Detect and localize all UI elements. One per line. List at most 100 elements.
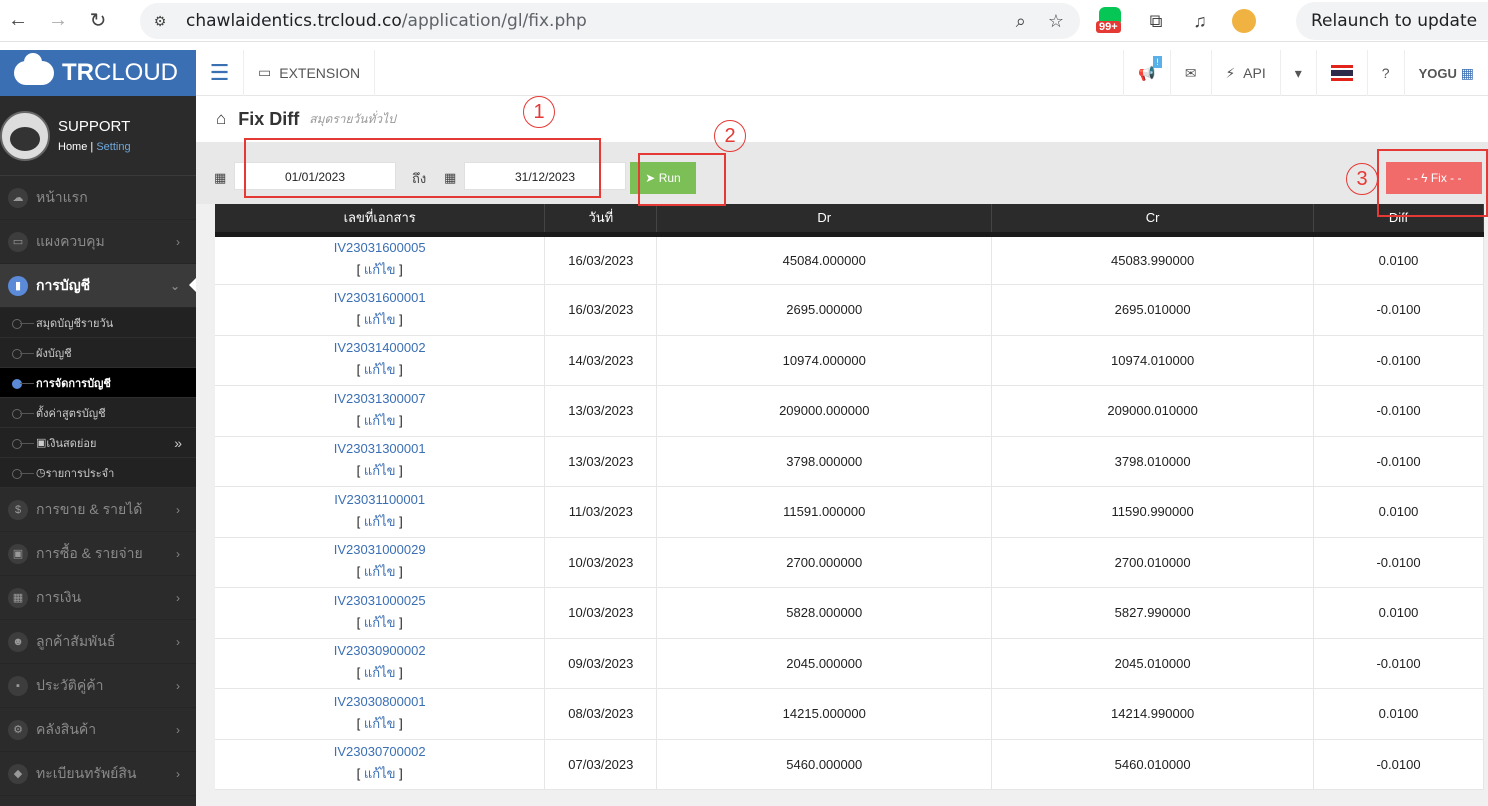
forward-arrow-icon[interactable]: →	[46, 9, 70, 33]
sidebar-sub-chart-of-accounts[interactable]: ผังบัญชี	[0, 338, 196, 368]
dr-cell: 2695.000000	[656, 284, 993, 336]
col-header-date[interactable]: วันที่	[544, 204, 658, 237]
relaunch-button[interactable]: Relaunch to update	[1296, 2, 1488, 40]
edit-link[interactable]: แก้ไข	[364, 413, 396, 428]
table-row: IV23031000025[ แก้ไข ] 10/03/2023 5828.000…	[215, 587, 1484, 639]
api-button[interactable]: ⚡ API	[1210, 50, 1280, 96]
main-content: ⌂ Fix Diff สมุดรายวันทั่วไป ▦ 01/01/2023…	[196, 96, 1488, 806]
address-bar[interactable]: ⚙ chawlaidentics.trcloud.co/application/…	[140, 3, 1080, 39]
table-row: IV23030900002[ แก้ไข ] 09/03/2023 2045.000…	[215, 638, 1484, 689]
doc-number-link[interactable]: IV23031000025	[215, 593, 544, 608]
trcloud-logo[interactable]: TR CLOUD	[0, 50, 196, 96]
col-header-dr[interactable]: Dr	[656, 204, 993, 237]
doc-number-link[interactable]: IV23031300007	[215, 391, 544, 406]
sidebar-item-purchases[interactable]: ▣ การซื้อ & รายจ่าย ›	[0, 532, 196, 576]
doc-number-link[interactable]: IV23031400002	[215, 340, 544, 355]
annotation-box-2	[638, 153, 726, 206]
annotation-number-2: 2	[714, 120, 746, 152]
doc-cell: IV23031000025[ แก้ไข ]	[215, 587, 546, 639]
doc-number-link[interactable]: IV23031100001	[215, 492, 544, 507]
chevron-right-icon: ›	[176, 590, 180, 605]
sidebar-item-dashboard[interactable]: ▭ แผงควบคุม ›	[0, 220, 196, 264]
doc-cell: IV23031100001[ แก้ไข ]	[215, 486, 546, 538]
back-arrow-icon[interactable]: ←	[6, 9, 30, 33]
col-header-doc[interactable]: เลขที่เอกสาร	[215, 204, 546, 237]
edit-link[interactable]: แก้ไข	[364, 716, 396, 731]
site-info-icon[interactable]: ⚙	[148, 9, 172, 33]
help-button[interactable]: ?	[1366, 50, 1404, 96]
table-row: IV23030800001[ แก้ไข ] 08/03/2023 14215.00…	[215, 688, 1484, 740]
language-flag-button[interactable]	[1315, 50, 1367, 96]
doc-number-link[interactable]: IV23030800001	[215, 694, 544, 709]
mail-button[interactable]: ✉	[1169, 50, 1211, 96]
chevron-right-icon: ›	[176, 722, 180, 737]
doc-number-link[interactable]: IV23031600005	[215, 240, 544, 255]
col-header-cr[interactable]: Cr	[991, 204, 1315, 237]
doc-cell: IV23031400002[ แก้ไข ]	[215, 335, 546, 386]
double-chevron-icon: »	[174, 434, 182, 451]
hamburger-menu-icon[interactable]: ☰	[196, 49, 244, 96]
doc-number-link[interactable]: IV23031600001	[215, 290, 544, 305]
extension-menu[interactable]: ▭ EXTENSION	[244, 49, 376, 96]
sidebar-sub-recurring[interactable]: ◷ รายการประจำ	[0, 458, 196, 488]
sidebar-item-accounting[interactable]: ▮ การบัญชี ⌄	[0, 264, 196, 308]
edit-link[interactable]: แก้ไข	[364, 665, 396, 680]
setting-link[interactable]: Setting	[96, 141, 130, 153]
edit-link[interactable]: แก้ไข	[364, 463, 396, 478]
calendar-icon: ▦	[8, 587, 28, 608]
sidebar-item-partners[interactable]: ▪ ประวัติคู่ค้า ›	[0, 664, 196, 708]
home-link[interactable]: Home	[58, 141, 87, 153]
monitor-icon: ▭	[8, 231, 28, 252]
doc-number-link[interactable]: IV23031000029	[215, 542, 544, 557]
doc-cell: IV23030800001[ แก้ไข ]	[215, 688, 546, 740]
edit-link[interactable]: แก้ไข	[364, 262, 396, 277]
sidebar-sub-account-formula[interactable]: ตั้งค่าสูตรบัญชี	[0, 398, 196, 428]
chevron-down-icon: ⌄	[169, 278, 180, 293]
caret-down-icon: ▾	[1294, 64, 1302, 81]
doc-number-link[interactable]: IV23030700002	[215, 744, 544, 759]
sidebar-sub-account-management[interactable]: การจัดการบัญชี	[0, 368, 196, 398]
doc-cell: IV23031300007[ แก้ไข ]	[215, 385, 546, 437]
sidebar-sub-journal[interactable]: สมุดบัญชีรายวัน	[0, 308, 196, 338]
edit-link[interactable]: แก้ไข	[364, 312, 396, 327]
edit-link[interactable]: แก้ไข	[364, 514, 396, 529]
plug-icon: ⚡	[1225, 64, 1236, 81]
date-cell: 16/03/2023	[544, 234, 658, 285]
sidebar-item-inventory[interactable]: ⚙ คลังสินค้า ›	[0, 708, 196, 752]
extensions-puzzle-icon[interactable]: ⧉	[1144, 11, 1168, 32]
doc-number-link[interactable]: IV23030900002	[215, 643, 544, 658]
sidebar-item-crm[interactable]: ☻ ลูกค้าสัมพันธ์ ›	[0, 620, 196, 664]
home-icon[interactable]: ⌂	[216, 109, 226, 129]
sidebar-item-assets[interactable]: ◆ ทะเบียนทรัพย์สิน ›	[0, 752, 196, 796]
sidebar-sub-petty-cash[interactable]: ▣ เงินสดย่อย»	[0, 428, 196, 458]
profile-avatar-icon[interactable]	[1232, 9, 1256, 33]
line-extension-icon[interactable]: 99+	[1096, 7, 1124, 35]
company-button[interactable]: YOGU ▦	[1403, 50, 1488, 96]
notification-badge: !	[1153, 56, 1162, 68]
doc-number-link[interactable]: IV23031300001	[215, 441, 544, 456]
dropdown-button[interactable]: ▾	[1279, 50, 1316, 96]
cr-cell: 209000.010000	[991, 385, 1315, 437]
edit-link[interactable]: แก้ไข	[364, 564, 396, 579]
date-cell: 16/03/2023	[544, 284, 658, 336]
reload-icon[interactable]: ↻	[86, 9, 110, 33]
annotation-box-3	[1377, 149, 1488, 217]
sidebar-item-finance[interactable]: ▦ การเงิน ›	[0, 576, 196, 620]
edit-link[interactable]: แก้ไข	[364, 362, 396, 377]
media-control-icon[interactable]: ♫	[1188, 11, 1212, 32]
sidebar-item-sales[interactable]: $ การขาย & รายได้ ›	[0, 488, 196, 532]
date-cell: 10/03/2023	[544, 537, 658, 588]
sidebar-item-home[interactable]: ☁ หน้าแรก	[0, 176, 196, 220]
cr-cell: 2695.010000	[991, 284, 1315, 336]
announcement-button[interactable]: 📢!	[1123, 50, 1169, 96]
bookmark-star-icon[interactable]: ☆	[1048, 11, 1064, 32]
zoom-icon[interactable]: ⌕	[1016, 11, 1026, 32]
building-icon: ▦	[1460, 64, 1474, 81]
edit-link[interactable]: แก้ไข	[364, 615, 396, 630]
contact-icon: ▪	[8, 675, 28, 696]
diff-cell: -0.0100	[1313, 638, 1484, 689]
edit-link[interactable]: แก้ไข	[364, 766, 396, 781]
url-text[interactable]: chawlaidentics.trcloud.co/application/gl…	[186, 11, 587, 31]
diff-cell: -0.0100	[1313, 436, 1484, 487]
cr-cell: 10974.010000	[991, 335, 1315, 386]
